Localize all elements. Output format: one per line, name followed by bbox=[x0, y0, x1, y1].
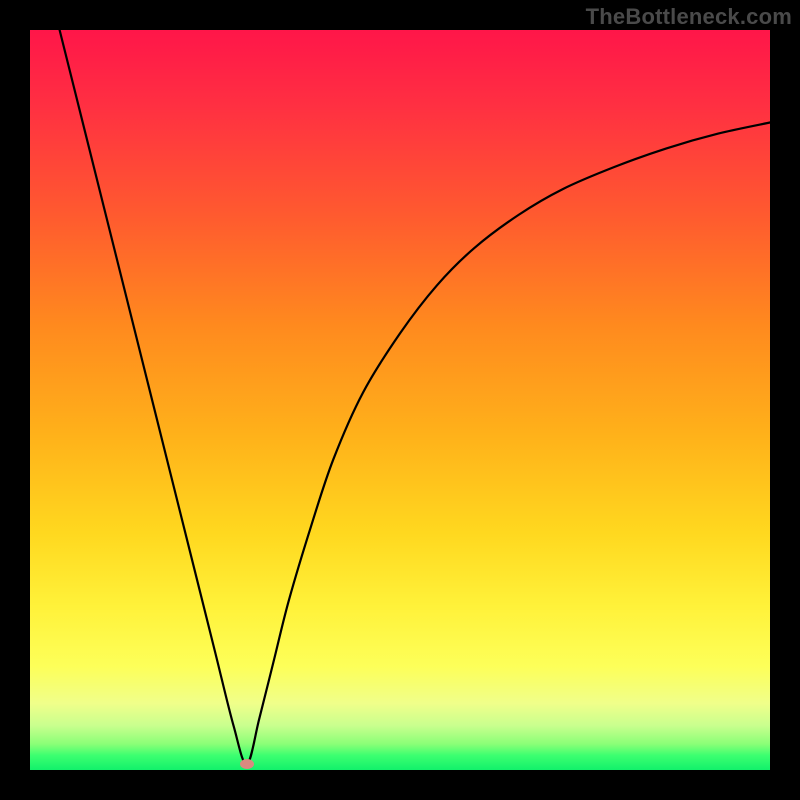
plot-area bbox=[30, 30, 770, 770]
chart-frame: TheBottleneck.com bbox=[0, 0, 800, 800]
watermark-text: TheBottleneck.com bbox=[586, 4, 792, 30]
optimum-marker bbox=[240, 759, 254, 769]
bottleneck-curve bbox=[30, 30, 770, 770]
